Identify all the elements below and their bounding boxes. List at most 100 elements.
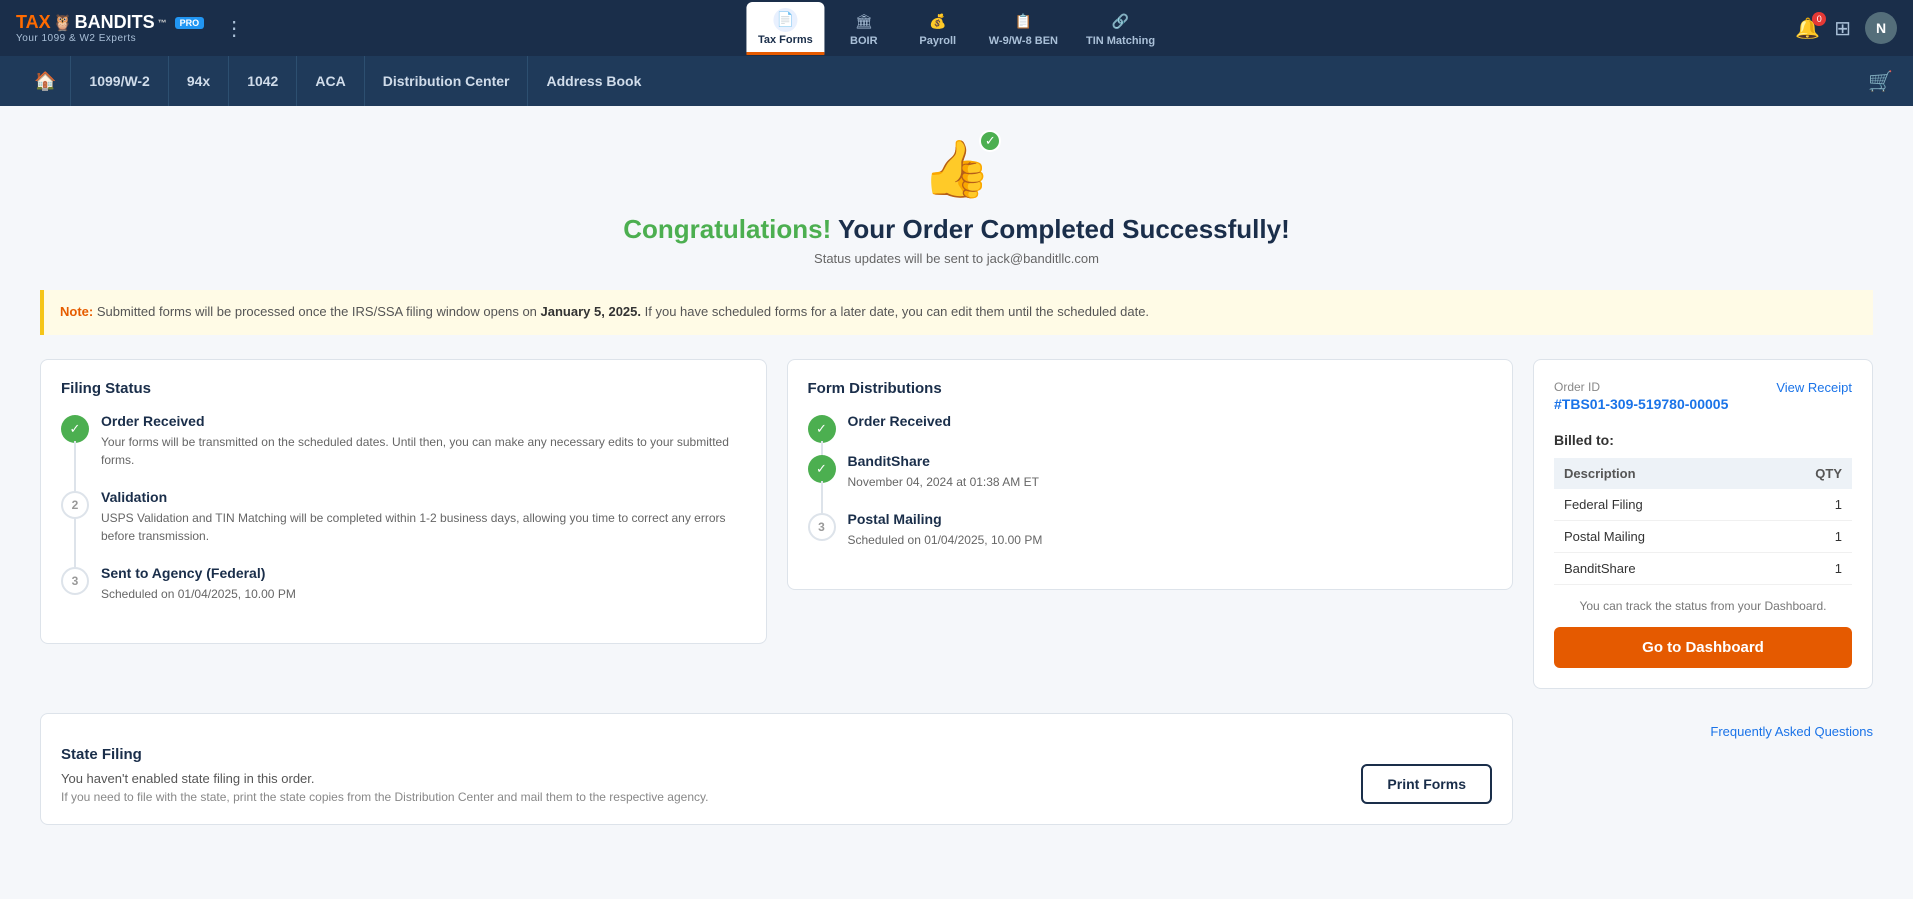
step-desc-2: USPS Validation and TIN Matching will be… — [101, 509, 746, 545]
dist-postal-mailing: 3 Postal Mailing Scheduled on 01/04/2025… — [808, 511, 1493, 569]
step-content-3: Sent to Agency (Federal) Scheduled on 01… — [101, 565, 296, 623]
apps-grid-icon[interactable]: ⊞ — [1834, 16, 1851, 41]
row-desc-2: Postal Mailing — [1554, 520, 1758, 552]
status-email: Status updates will be sent to jack@band… — [40, 251, 1873, 266]
dist-order-received: ✓ Order Received — [808, 413, 1493, 453]
main-content: 👍 ✓ Congratulations! Your Order Complete… — [0, 106, 1913, 899]
tab-boir[interactable]: 🏛 BOIR — [829, 3, 899, 53]
print-forms-button[interactable]: Print Forms — [1361, 764, 1492, 804]
order-id-value: #TBS01-309-519780-00005 — [1554, 396, 1728, 412]
logo[interactable]: TAX 🦉 BANDITS ™ PRO Your 1099 & W2 Exper… — [16, 12, 204, 44]
note-label: Note: — [60, 304, 93, 319]
tab-boir-label: BOIR — [850, 35, 878, 47]
step-icon-pending-3: 3 — [61, 567, 89, 595]
logo-tax: TAX — [16, 12, 51, 33]
sidebar-item-address-book[interactable]: Address Book — [527, 56, 659, 106]
step-title-2: Validation — [101, 489, 746, 505]
content-grid: Filing Status ✓ Order Received Your form… — [40, 359, 1873, 689]
dist-desc-2: November 04, 2024 at 01:38 AM ET — [848, 473, 1039, 491]
thumbs-up-icon: 👍 ✓ — [922, 136, 992, 202]
table-row: Federal Filing 1 — [1554, 489, 1852, 521]
order-id-block: Order ID #TBS01-309-519780-00005 — [1554, 380, 1728, 418]
billing-table: Description QTY Federal Filing 1 Postal … — [1554, 458, 1852, 585]
row-desc-3: BanditShare — [1554, 552, 1758, 584]
table-row: BanditShare 1 — [1554, 552, 1852, 584]
tab-tax-forms[interactable]: 📄 Tax Forms — [746, 2, 825, 55]
row-qty-2: 1 — [1758, 520, 1852, 552]
congrats-text: Congratulations! Your Order Completed Su… — [40, 214, 1873, 245]
success-header: 👍 ✓ Congratulations! Your Order Complete… — [40, 136, 1873, 266]
pro-badge: PRO — [175, 17, 205, 29]
dist-title-2: BanditShare — [848, 453, 1039, 469]
faq-link[interactable]: Frequently Asked Questions — [1710, 714, 1873, 739]
sidebar-item-1099[interactable]: 1099/W-2 — [70, 56, 167, 106]
tab-w9-ben-label: W-9/W-8 BEN — [989, 35, 1058, 47]
step-title-1: Order Received — [101, 413, 746, 429]
logo-tagline: Your 1099 & W2 Experts — [16, 33, 204, 44]
state-text-block: State Filing You haven't enabled state f… — [61, 746, 1345, 804]
state-filing-title: State Filing — [61, 746, 1345, 763]
tab-tin-label: TIN Matching — [1086, 35, 1155, 47]
dist-content-2: BanditShare November 04, 2024 at 01:38 A… — [848, 453, 1039, 511]
dist-content-1: Order Received — [848, 413, 952, 453]
step-validation: 2 Validation USPS Validation and TIN Mat… — [61, 489, 746, 565]
step-order-received: ✓ Order Received Your forms will be tran… — [61, 413, 746, 489]
order-header-row: Order ID #TBS01-309-519780-00005 View Re… — [1554, 380, 1852, 418]
faq-area: Frequently Asked Questions — [1533, 713, 1873, 739]
sidebar-item-94x[interactable]: 94x — [168, 56, 228, 106]
form-distributions-title: Form Distributions — [808, 380, 1493, 397]
tab-tin-matching[interactable]: 🔗 TIN Matching — [1074, 3, 1167, 53]
state-filing-note: If you need to file with the state, prin… — [61, 790, 1345, 804]
state-filing-card: State Filing You haven't enabled state f… — [40, 713, 1513, 825]
sidebar-item-home[interactable]: 🏠 — [20, 71, 70, 92]
user-avatar[interactable]: N — [1865, 12, 1897, 44]
dist-icon-pending-3: 3 — [808, 513, 836, 541]
tab-payroll[interactable]: 💰 Payroll — [903, 3, 973, 53]
note-banner: Note: Submitted forms will be processed … — [40, 290, 1873, 335]
dist-icon-done-1: ✓ — [808, 415, 836, 443]
filing-status-card: Filing Status ✓ Order Received Your form… — [40, 359, 767, 644]
step-icon-done-1: ✓ — [61, 415, 89, 443]
step-icon-pending-2: 2 — [61, 491, 89, 519]
success-icon-wrap: 👍 ✓ — [40, 136, 1873, 202]
dist-desc-3: Scheduled on 01/04/2025, 10.00 PM — [848, 531, 1043, 549]
state-bottom-row: State Filing You haven't enabled state f… — [61, 746, 1492, 804]
bottom-section: State Filing You haven't enabled state f… — [40, 713, 1873, 825]
col-description: Description — [1554, 458, 1758, 489]
order-summary-card: Order ID #TBS01-309-519780-00005 View Re… — [1533, 359, 1873, 689]
w9-ben-icon: 📋 — [1011, 9, 1035, 33]
top-tabs: 📄 Tax Forms 🏛 BOIR 💰 Payroll 📋 W-9/W-8 B… — [746, 2, 1167, 55]
filing-status-title: Filing Status — [61, 380, 746, 397]
dist-banditshare: ✓ BanditShare November 04, 2024 at 01:38… — [808, 453, 1493, 511]
congrats-rest: Your Order Completed Successfully! — [831, 214, 1290, 244]
congrats-highlight: Congratulations! — [623, 214, 831, 244]
dist-icon-done-2: ✓ — [808, 455, 836, 483]
note-date: January 5, 2025. — [541, 304, 641, 319]
tin-icon: 🔗 — [1109, 9, 1133, 33]
filing-status-steps: ✓ Order Received Your forms will be tran… — [61, 413, 746, 623]
dist-title-3: Postal Mailing — [848, 511, 1043, 527]
step-sent-agency: 3 Sent to Agency (Federal) Scheduled on … — [61, 565, 746, 623]
more-options-icon[interactable]: ⋮ — [224, 16, 244, 41]
notification-bell[interactable]: 🔔 0 — [1795, 16, 1820, 41]
secondary-navigation: 🏠 1099/W-2 94x 1042 ACA Distribution Cen… — [0, 56, 1913, 106]
dist-title-1: Order Received — [848, 413, 952, 429]
dist-content-3: Postal Mailing Scheduled on 01/04/2025, … — [848, 511, 1043, 569]
form-distributions-card: Form Distributions ✓ Order Received ✓ Ba… — [787, 359, 1514, 590]
cart-icon[interactable]: 🛒 — [1868, 69, 1893, 94]
step-content-2: Validation USPS Validation and TIN Match… — [101, 489, 746, 565]
top-right-actions: 🔔 0 ⊞ N — [1795, 12, 1897, 44]
go-to-dashboard-button[interactable]: Go to Dashboard — [1554, 627, 1852, 668]
logo-tm: ™ — [158, 18, 167, 28]
sidebar-item-distribution-center[interactable]: Distribution Center — [364, 56, 528, 106]
table-row: Postal Mailing 1 — [1554, 520, 1852, 552]
note-text: Submitted forms will be processed once t… — [97, 304, 541, 319]
tab-w9-ben[interactable]: 📋 W-9/W-8 BEN — [977, 3, 1070, 53]
order-id-label: Order ID — [1554, 380, 1728, 394]
tab-tax-forms-label: Tax Forms — [758, 34, 813, 46]
sidebar-item-1042[interactable]: 1042 — [228, 56, 296, 106]
logo-owl: 🦉 — [53, 13, 73, 33]
view-receipt-link[interactable]: View Receipt — [1776, 380, 1852, 395]
sidebar-item-aca[interactable]: ACA — [296, 56, 363, 106]
note-suffix: If you have scheduled forms for a later … — [645, 304, 1149, 319]
